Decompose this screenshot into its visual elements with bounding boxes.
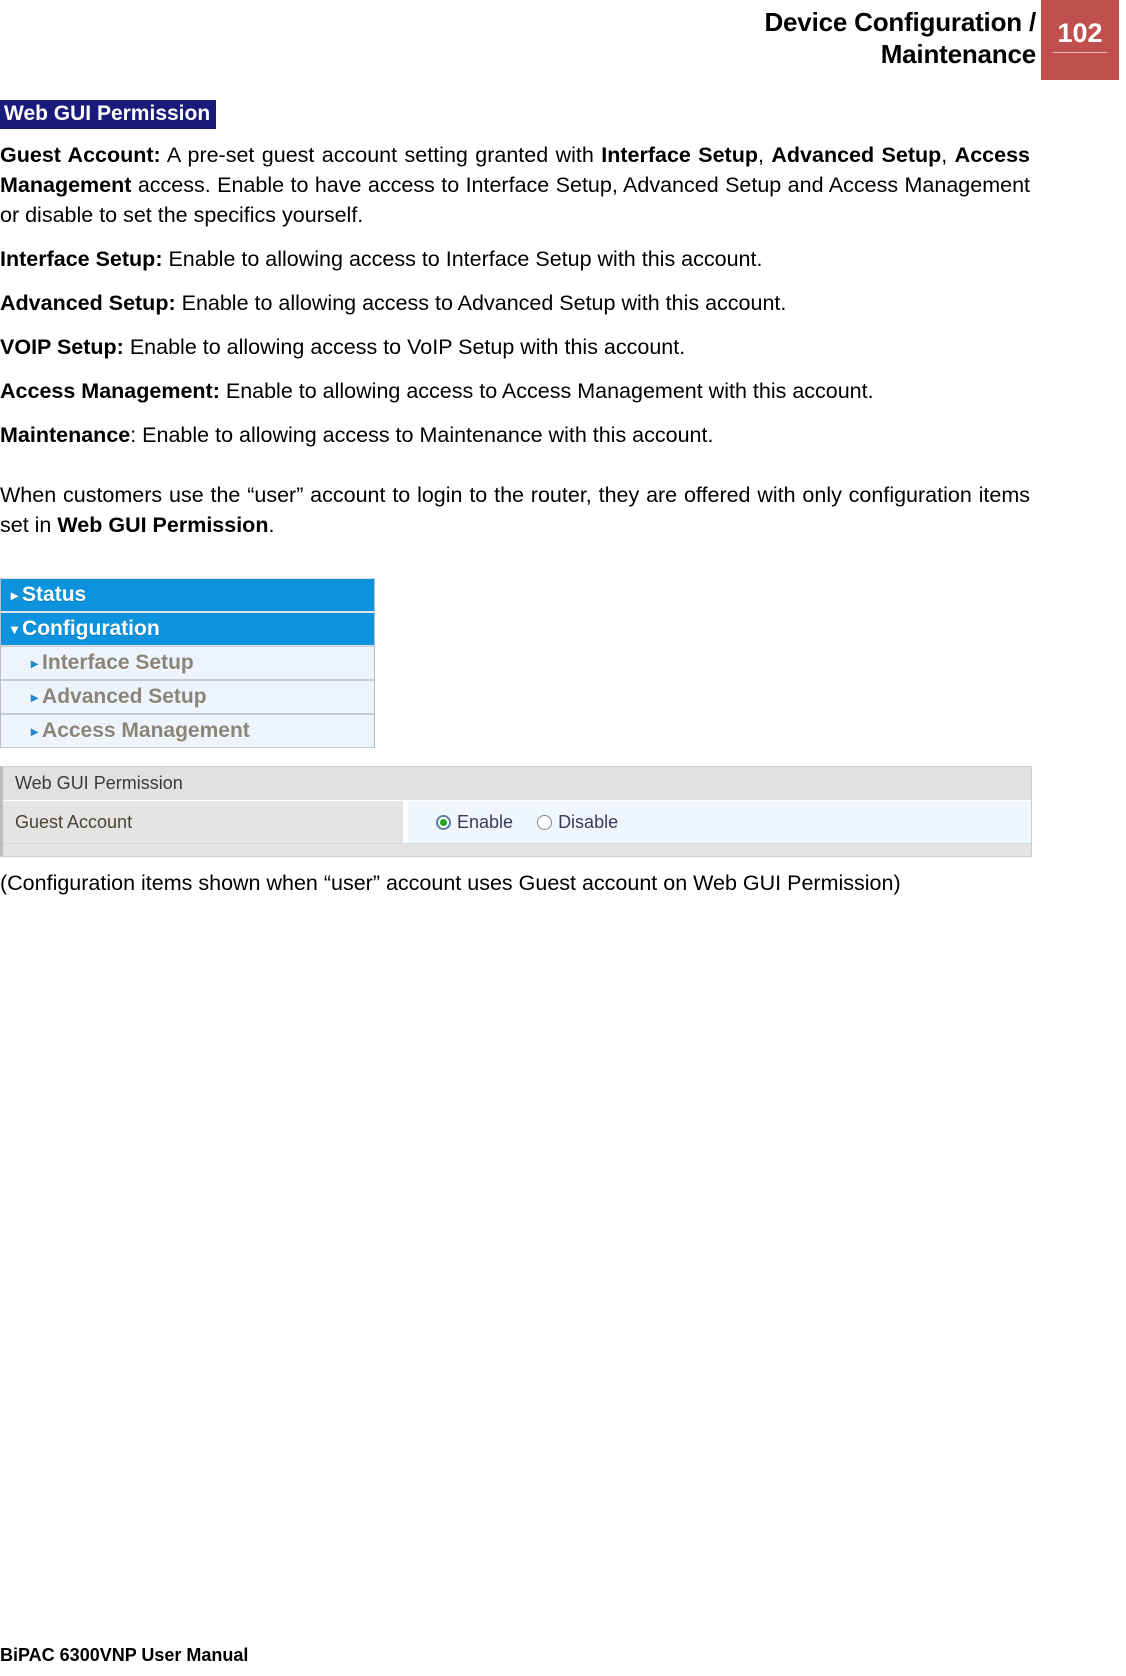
panel-header: Web GUI Permission [3, 767, 1031, 801]
bold-interface-setup: Interface Setup [601, 143, 758, 167]
menu-item-configuration-label: Configuration [22, 617, 160, 640]
chevron-down-icon: ▾ [11, 621, 19, 637]
menu-item-status[interactable]: ▸ Status [1, 578, 374, 612]
label-access-management: Access Management: [0, 379, 220, 403]
guest-account-label: Guest Account [3, 801, 403, 843]
text-maintenance: : Enable to allowing access to Maintenan… [130, 423, 714, 447]
web-gui-permission-panel: Web GUI Permission Guest Account Enable … [0, 766, 1032, 857]
body-text-upper: Guest Account: A pre-set guest account s… [0, 140, 1030, 464]
label-interface-setup: Interface Setup: [0, 247, 163, 271]
menu-item-configuration[interactable]: ▾ Configuration [1, 612, 374, 646]
label-voip-setup: VOIP Setup: [0, 335, 124, 359]
radio-enable-label: Enable [457, 811, 514, 832]
chevron-right-icon: ▸ [11, 587, 19, 603]
menu-item-interface-setup-label: Interface Setup [42, 651, 194, 674]
menu-item-access-management[interactable]: ▸ Access Management [1, 714, 374, 748]
page-title-line1: Device Configuration / [764, 7, 1036, 37]
chevron-right-icon: ▸ [31, 689, 39, 705]
text-guest-account-3: , [941, 143, 955, 167]
menu-item-status-label: Status [22, 583, 87, 606]
text-access-management: Enable to allowing access to Access Mana… [219, 379, 874, 403]
page-number-underline [1053, 52, 1107, 53]
page-number-badge: 102 [1041, 0, 1119, 80]
radio-disable-label: Disable [558, 811, 619, 832]
menu-item-access-management-label: Access Management [42, 719, 250, 742]
text-guest-account-1: A pre-set guest account setting granted … [160, 143, 602, 167]
guest-account-row: Guest Account Enable Disable [3, 801, 1031, 844]
text-closing-2: . [268, 513, 275, 537]
menu-item-advanced-setup[interactable]: ▸ Advanced Setup [1, 680, 374, 714]
label-advanced-setup: Advanced Setup: [0, 291, 176, 315]
paragraph-access-management: Access Management: Enable to allowing ac… [0, 376, 1030, 406]
label-guest-account: Guest Account: [0, 143, 161, 167]
figure-caption: (Configuration items shown when “user” a… [0, 871, 901, 895]
panel-footer-strip [3, 844, 1031, 856]
page-footer: BiPAC 6300VNP User Manual [0, 1645, 249, 1665]
paragraph-advanced-setup: Advanced Setup: Enable to allowing acces… [0, 288, 1030, 318]
body-text-closing: When customers use the “user” account to… [0, 480, 1030, 554]
chevron-right-icon: ▸ [31, 723, 39, 739]
guest-account-value: Enable Disable [408, 801, 1031, 843]
text-voip-setup: Enable to allowing access to VoIP Setup … [123, 335, 686, 359]
paragraph-interface-setup: Interface Setup: Enable to allowing acce… [0, 244, 1030, 274]
page-header: Device Configuration / Maintenance 102 [0, 0, 1126, 86]
section-title: Web GUI Permission [0, 100, 217, 129]
paragraph-closing: When customers use the “user” account to… [0, 480, 1030, 540]
bold-web-gui-permission: Web GUI Permission [57, 513, 269, 537]
text-interface-setup: Enable to allowing access to Interface S… [162, 247, 763, 271]
text-advanced-setup: Enable to allowing access to Advanced Se… [175, 291, 787, 315]
text-guest-account-4: access. Enable to have access to Interfa… [0, 173, 1030, 227]
page-title-line2: Maintenance [880, 39, 1036, 69]
radio-option-enable[interactable]: Enable [436, 812, 513, 833]
radio-option-disable[interactable]: Disable [537, 812, 618, 833]
menu-item-interface-setup[interactable]: ▸ Interface Setup [1, 646, 374, 680]
radio-disable-icon[interactable] [537, 814, 553, 830]
page-number: 102 [1057, 18, 1103, 48]
router-navigation-menu: ▸ Status ▾ Configuration ▸ Interface Set… [0, 578, 375, 748]
bold-advanced-setup: Advanced Setup [771, 143, 942, 167]
menu-item-advanced-setup-label: Advanced Setup [42, 685, 207, 708]
page-title: Device Configuration / Maintenance [516, 6, 1036, 70]
paragraph-maintenance: Maintenance: Enable to allowing access t… [0, 420, 1030, 450]
radio-enable-icon[interactable] [436, 814, 451, 830]
paragraph-voip-setup: VOIP Setup: Enable to allowing access to… [0, 332, 1030, 362]
label-maintenance: Maintenance [0, 423, 131, 447]
text-guest-account-2: , [758, 143, 772, 167]
chevron-right-icon: ▸ [31, 655, 39, 671]
paragraph-guest-account: Guest Account: A pre-set guest account s… [0, 140, 1030, 230]
